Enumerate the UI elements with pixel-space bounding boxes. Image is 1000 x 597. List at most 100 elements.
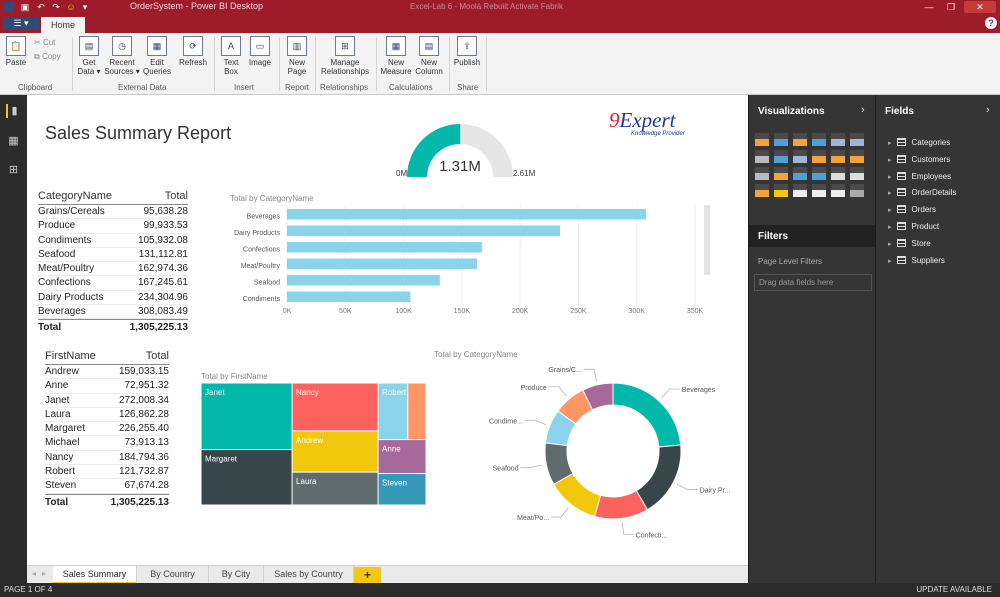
line-column-icon[interactable] <box>812 150 826 163</box>
expand-icon[interactable]: ▸ <box>888 224 892 231</box>
gauge-icon[interactable] <box>774 184 788 197</box>
area-chart-icon[interactable] <box>774 150 788 163</box>
table-row[interactable]: Michael 73,913.13 <box>45 436 169 451</box>
100-column-icon[interactable] <box>850 133 864 146</box>
expand-icon[interactable]: ▸ <box>888 157 892 164</box>
table-row[interactable]: Janet 272,008.34 <box>45 394 169 408</box>
field-table-item[interactable]: ▸ Customers <box>888 154 950 166</box>
report-view-icon[interactable]: ▮ <box>6 104 21 118</box>
table-row[interactable]: Meat/Poultry 162,974.36 <box>38 262 188 277</box>
field-table-item[interactable]: ▸ Categories <box>888 137 950 149</box>
new-page-button[interactable]: ▥ New Page <box>283 36 311 76</box>
prev-page-arrow[interactable]: ◂ <box>32 569 36 578</box>
collapse-chevron-icon[interactable]: › <box>986 104 990 116</box>
pie-icon[interactable] <box>774 167 788 180</box>
clustered-bar-icon[interactable] <box>793 133 807 146</box>
expand-icon[interactable]: ▸ <box>888 258 892 265</box>
manage-relationships-button[interactable]: ⊞ Manage Relationships <box>318 36 372 76</box>
image-button[interactable]: ▭ Image <box>246 36 274 67</box>
map-icon[interactable] <box>812 167 826 180</box>
new-measure-button[interactable]: ▦ New Measure <box>380 36 412 76</box>
paste-button[interactable]: 📋 Paste <box>4 36 28 67</box>
page-tab[interactable]: Sales Summary <box>53 566 137 584</box>
table-row[interactable]: Margaret 226,255.40 <box>45 422 169 437</box>
undo-icon[interactable]: ↶ <box>36 2 46 12</box>
table-row[interactable]: Nancy 184,794.36 <box>45 451 169 466</box>
table-icon[interactable] <box>831 167 845 180</box>
page-tab[interactable]: By City <box>209 566 264 584</box>
gauge-chart[interactable]: 1.31M 0M 2.61M <box>382 117 547 187</box>
minimize-button[interactable]: — <box>920 1 938 13</box>
stacked-area-icon[interactable] <box>793 150 807 163</box>
table-row[interactable]: Robert 121,732.87 <box>45 465 169 480</box>
card-icon[interactable] <box>793 184 807 197</box>
save-icon[interactable]: ▣ <box>20 2 30 12</box>
bar-chart[interactable]: 0K 50K 100K 150K 200K 250K 300K 350K Beverages Da… <box>207 205 727 320</box>
field-table-item[interactable]: ▸ Orders <box>888 204 936 216</box>
table-row[interactable]: Dairy Products 234,304.96 <box>38 291 188 306</box>
firstname-total-table[interactable]: FirstName Total Andrew 159,033.15 Anne 72,95… <box>45 350 169 509</box>
get-data-button[interactable]: ▤ Get Data ▾ <box>76 36 102 76</box>
cut-button[interactable]: ✂ Cut <box>34 38 55 47</box>
relationships-view-icon[interactable]: ⊞ <box>6 163 21 177</box>
new-column-button[interactable]: ▤ New Column <box>413 36 445 76</box>
line-chart-icon[interactable] <box>755 150 769 163</box>
expand-icon[interactable]: ▸ <box>888 241 892 248</box>
donut-chart[interactable]: Beverages Dairy Pr... Confecti... Meat/Po..… <box>447 363 737 539</box>
table-row[interactable]: Condiments 105,932.08 <box>38 234 188 248</box>
expand-icon[interactable]: ▸ <box>888 190 892 197</box>
recent-sources-button[interactable]: ◷ Recent Sources ▾ <box>104 36 140 76</box>
ellipsis-icon[interactable] <box>850 184 864 197</box>
page-tab[interactable]: Sales by Country <box>264 566 354 584</box>
expand-icon[interactable]: ▸ <box>888 140 892 147</box>
page-tab[interactable]: By Country <box>137 566 209 584</box>
waterfall-icon[interactable] <box>850 150 864 163</box>
text-box-button[interactable]: A Text Box <box>218 36 244 76</box>
table-row[interactable]: Anne 72,951.32 <box>45 379 169 394</box>
expand-icon[interactable]: ▸ <box>888 207 892 214</box>
table-row[interactable]: Steven 67,674.28 <box>45 479 169 494</box>
collapse-chevron-icon[interactable]: › <box>861 104 865 116</box>
next-page-arrow[interactable]: ▸ <box>42 569 46 578</box>
100-bar-icon[interactable] <box>831 133 845 146</box>
table-row[interactable]: Seafood 131,112.81 <box>38 248 188 263</box>
table-row[interactable]: Beverages 308,083.49 <box>38 305 188 320</box>
table-row[interactable]: Produce 99,933.53 <box>38 219 188 234</box>
stacked-bar-icon[interactable] <box>755 133 769 146</box>
scatter-icon[interactable] <box>755 167 769 180</box>
copy-button[interactable]: ⧉ Copy <box>34 52 61 62</box>
funnel-icon[interactable] <box>755 184 769 197</box>
table-row[interactable]: Laura 126,862.28 <box>45 408 169 423</box>
treemap-chart[interactable]: Janet Margaret Nancy Andrew Laura Robert Anne S… <box>201 383 426 505</box>
maximize-button[interactable]: ❐ <box>942 1 960 13</box>
qa-dropdown-icon[interactable]: ▾ <box>80 2 90 12</box>
table-row[interactable]: Grains/Cereals 95,638.28 <box>38 205 188 220</box>
refresh-button[interactable]: ⟳ Refresh <box>176 36 210 67</box>
field-table-item[interactable]: ▸ OrderDetails <box>888 187 956 199</box>
field-table-item[interactable]: ▸ Product <box>888 221 939 233</box>
smile-icon[interactable]: ☺ <box>66 2 76 12</box>
add-page-button[interactable]: + <box>354 567 381 583</box>
filter-drop-zone[interactable]: Drag data fields here <box>754 274 872 291</box>
multirow-card-icon[interactable] <box>812 184 826 197</box>
file-menu-button[interactable]: ☰ ▾ <box>3 17 39 30</box>
slicer-icon[interactable] <box>831 184 845 197</box>
expand-icon[interactable]: ▸ <box>888 174 892 181</box>
data-view-icon[interactable]: ▦ <box>6 134 21 148</box>
field-table-item[interactable]: ▸ Employees <box>888 171 951 183</box>
publish-button[interactable]: ⇪ Publish <box>452 36 482 67</box>
line-stacked-icon[interactable] <box>831 150 845 163</box>
field-table-item[interactable]: ▸ Suppliers <box>888 255 945 267</box>
tab-home[interactable]: Home <box>41 17 85 33</box>
category-total-table[interactable]: CategoryName Total Grains/Cereals 95,638.2… <box>38 190 188 334</box>
table-row[interactable]: Confections 167,245.61 <box>38 276 188 291</box>
treemap-icon[interactable] <box>793 167 807 180</box>
help-icon[interactable]: ? <box>985 17 997 29</box>
update-available-link[interactable]: UPDATE AVAILABLE <box>916 585 992 594</box>
close-button[interactable]: ✕ <box>964 1 996 13</box>
edit-queries-button[interactable]: ▦ Edit Queries <box>141 36 173 76</box>
stacked-column-icon[interactable] <box>774 133 788 146</box>
field-table-item[interactable]: ▸ Store <box>888 238 931 250</box>
matrix-icon[interactable] <box>850 167 864 180</box>
table-row[interactable]: Andrew 159,033.15 <box>45 365 169 380</box>
